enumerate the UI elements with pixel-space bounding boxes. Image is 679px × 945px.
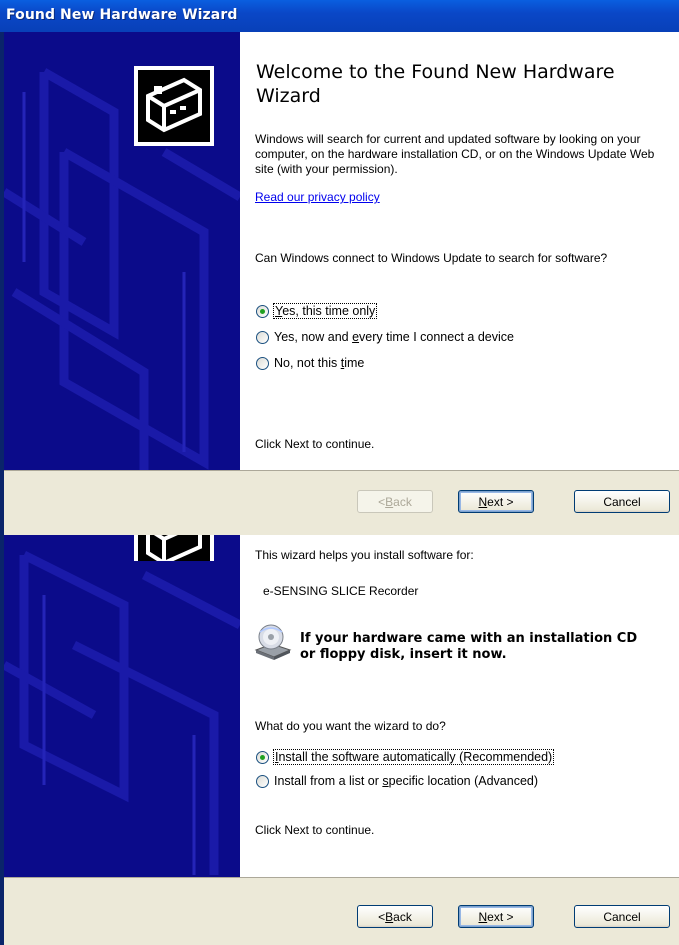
radio-install-from-list[interactable]: Install from a list or specific location… (256, 772, 538, 790)
radio-button-selected[interactable] (256, 750, 269, 764)
wizard-sidebar (4, 32, 240, 470)
cancel-button[interactable]: Cancel (574, 490, 670, 513)
intro-text: This wizard helps you install software f… (255, 548, 474, 562)
radio-label: Install from a list or specific location… (274, 774, 539, 788)
radio-button[interactable] (256, 774, 269, 788)
hardware-icon (134, 66, 214, 146)
radio-button[interactable] (256, 330, 269, 344)
privacy-policy-link[interactable]: Read our privacy policy (255, 190, 380, 204)
cancel-button[interactable]: Cancel (574, 905, 670, 928)
back-button[interactable]: < Back (357, 490, 433, 513)
wizard-sidebar (4, 535, 240, 877)
title-bar[interactable]: Found New Hardware Wizard (0, 0, 679, 32)
button-bar: < Back Next > Cancel (4, 877, 679, 945)
radio-button[interactable] (256, 356, 269, 370)
radio-no-not-this-time[interactable]: No, not this time (256, 354, 364, 372)
radio-yes-every-time[interactable]: Yes, now and every time I connect a devi… (256, 328, 514, 346)
wizard-question: What do you want the wizard to do? (255, 719, 446, 733)
radio-yes-this-time[interactable]: Yes, this time only (256, 302, 378, 320)
device-name: e-SENSING SLICE Recorder (263, 584, 419, 598)
radio-label: Install the software automatically (Reco… (272, 749, 555, 765)
intro-text: Windows will search for current and upda… (255, 132, 655, 176)
radio-label: Yes, now and every time I connect a devi… (274, 330, 514, 344)
radio-button-selected[interactable] (256, 304, 269, 318)
next-button[interactable]: Next > (458, 490, 534, 513)
wizard-page-install: This wizard helps you install software f… (4, 535, 679, 877)
cd-prompt-line2: or floppy disk, insert it now. (300, 647, 507, 662)
continue-hint: Click Next to continue. (255, 823, 375, 837)
next-button[interactable]: Next > (458, 905, 534, 928)
button-bar: < Back Next > Cancel (4, 470, 679, 535)
radio-install-automatically[interactable]: Install the software automatically (Reco… (256, 748, 555, 766)
continue-hint: Click Next to continue. (255, 437, 375, 451)
wizard-content: Welcome to the Found New Hardware Wizard… (250, 32, 679, 470)
cd-drive-icon (252, 622, 292, 662)
wizard-content: This wizard helps you install software f… (250, 535, 679, 877)
radio-label: Yes, this time only (272, 303, 378, 319)
window-title: Found New Hardware Wizard (6, 7, 238, 23)
wizard-page-welcome: Welcome to the Found New Hardware Wizard… (4, 32, 679, 470)
back-button[interactable]: < Back (357, 905, 433, 928)
hardware-icon (134, 535, 214, 561)
update-question: Can Windows connect to Windows Update to… (255, 251, 608, 265)
cd-prompt-line1: If your hardware came with an installati… (300, 631, 638, 646)
radio-label: No, not this time (274, 356, 365, 370)
page-title: Welcome to the Found New Hardware Wizard (256, 61, 615, 107)
sidebar-decoration (4, 550, 240, 875)
cd-prompt: If your hardware came with an installati… (300, 631, 637, 663)
